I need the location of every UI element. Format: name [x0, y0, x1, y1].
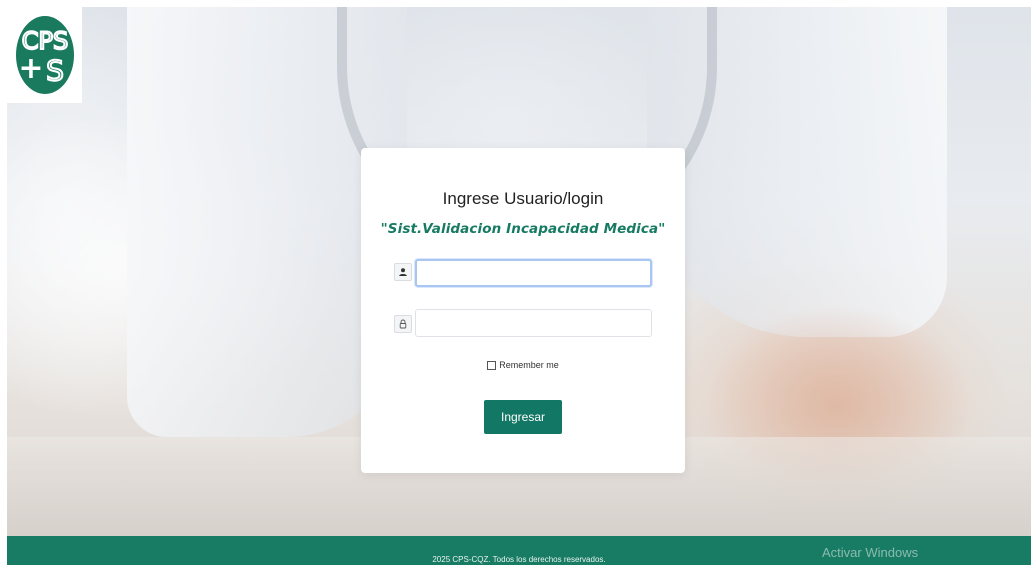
svg-text:+: + [18, 51, 43, 86]
login-title: Ingrese Usuario/login [442, 189, 604, 208]
remember-me-checkbox[interactable] [487, 360, 497, 370]
login-card: Ingrese Usuario/login "Sist.Validacion I… [361, 148, 685, 473]
cps-logo: CPS + S [7, 7, 82, 103]
svg-text:S: S [46, 54, 64, 87]
cps-logo-icon: CPS + S [15, 16, 74, 94]
login-button[interactable]: Ingresar [484, 400, 562, 434]
password-input[interactable] [415, 309, 652, 337]
activate-windows-watermark: Activar Windows [822, 545, 919, 560]
username-input[interactable] [415, 259, 652, 287]
system-subtitle: "Sist.Validacion Incapacidad Medica" [380, 221, 666, 237]
lock-icon [394, 315, 412, 333]
remember-me-label: Remember me [499, 360, 559, 370]
user-icon [394, 263, 412, 281]
footer: 2025 CPS-CQZ. Todos los derechos reserva… [7, 536, 1031, 565]
remember-me: Remember me [361, 360, 685, 370]
